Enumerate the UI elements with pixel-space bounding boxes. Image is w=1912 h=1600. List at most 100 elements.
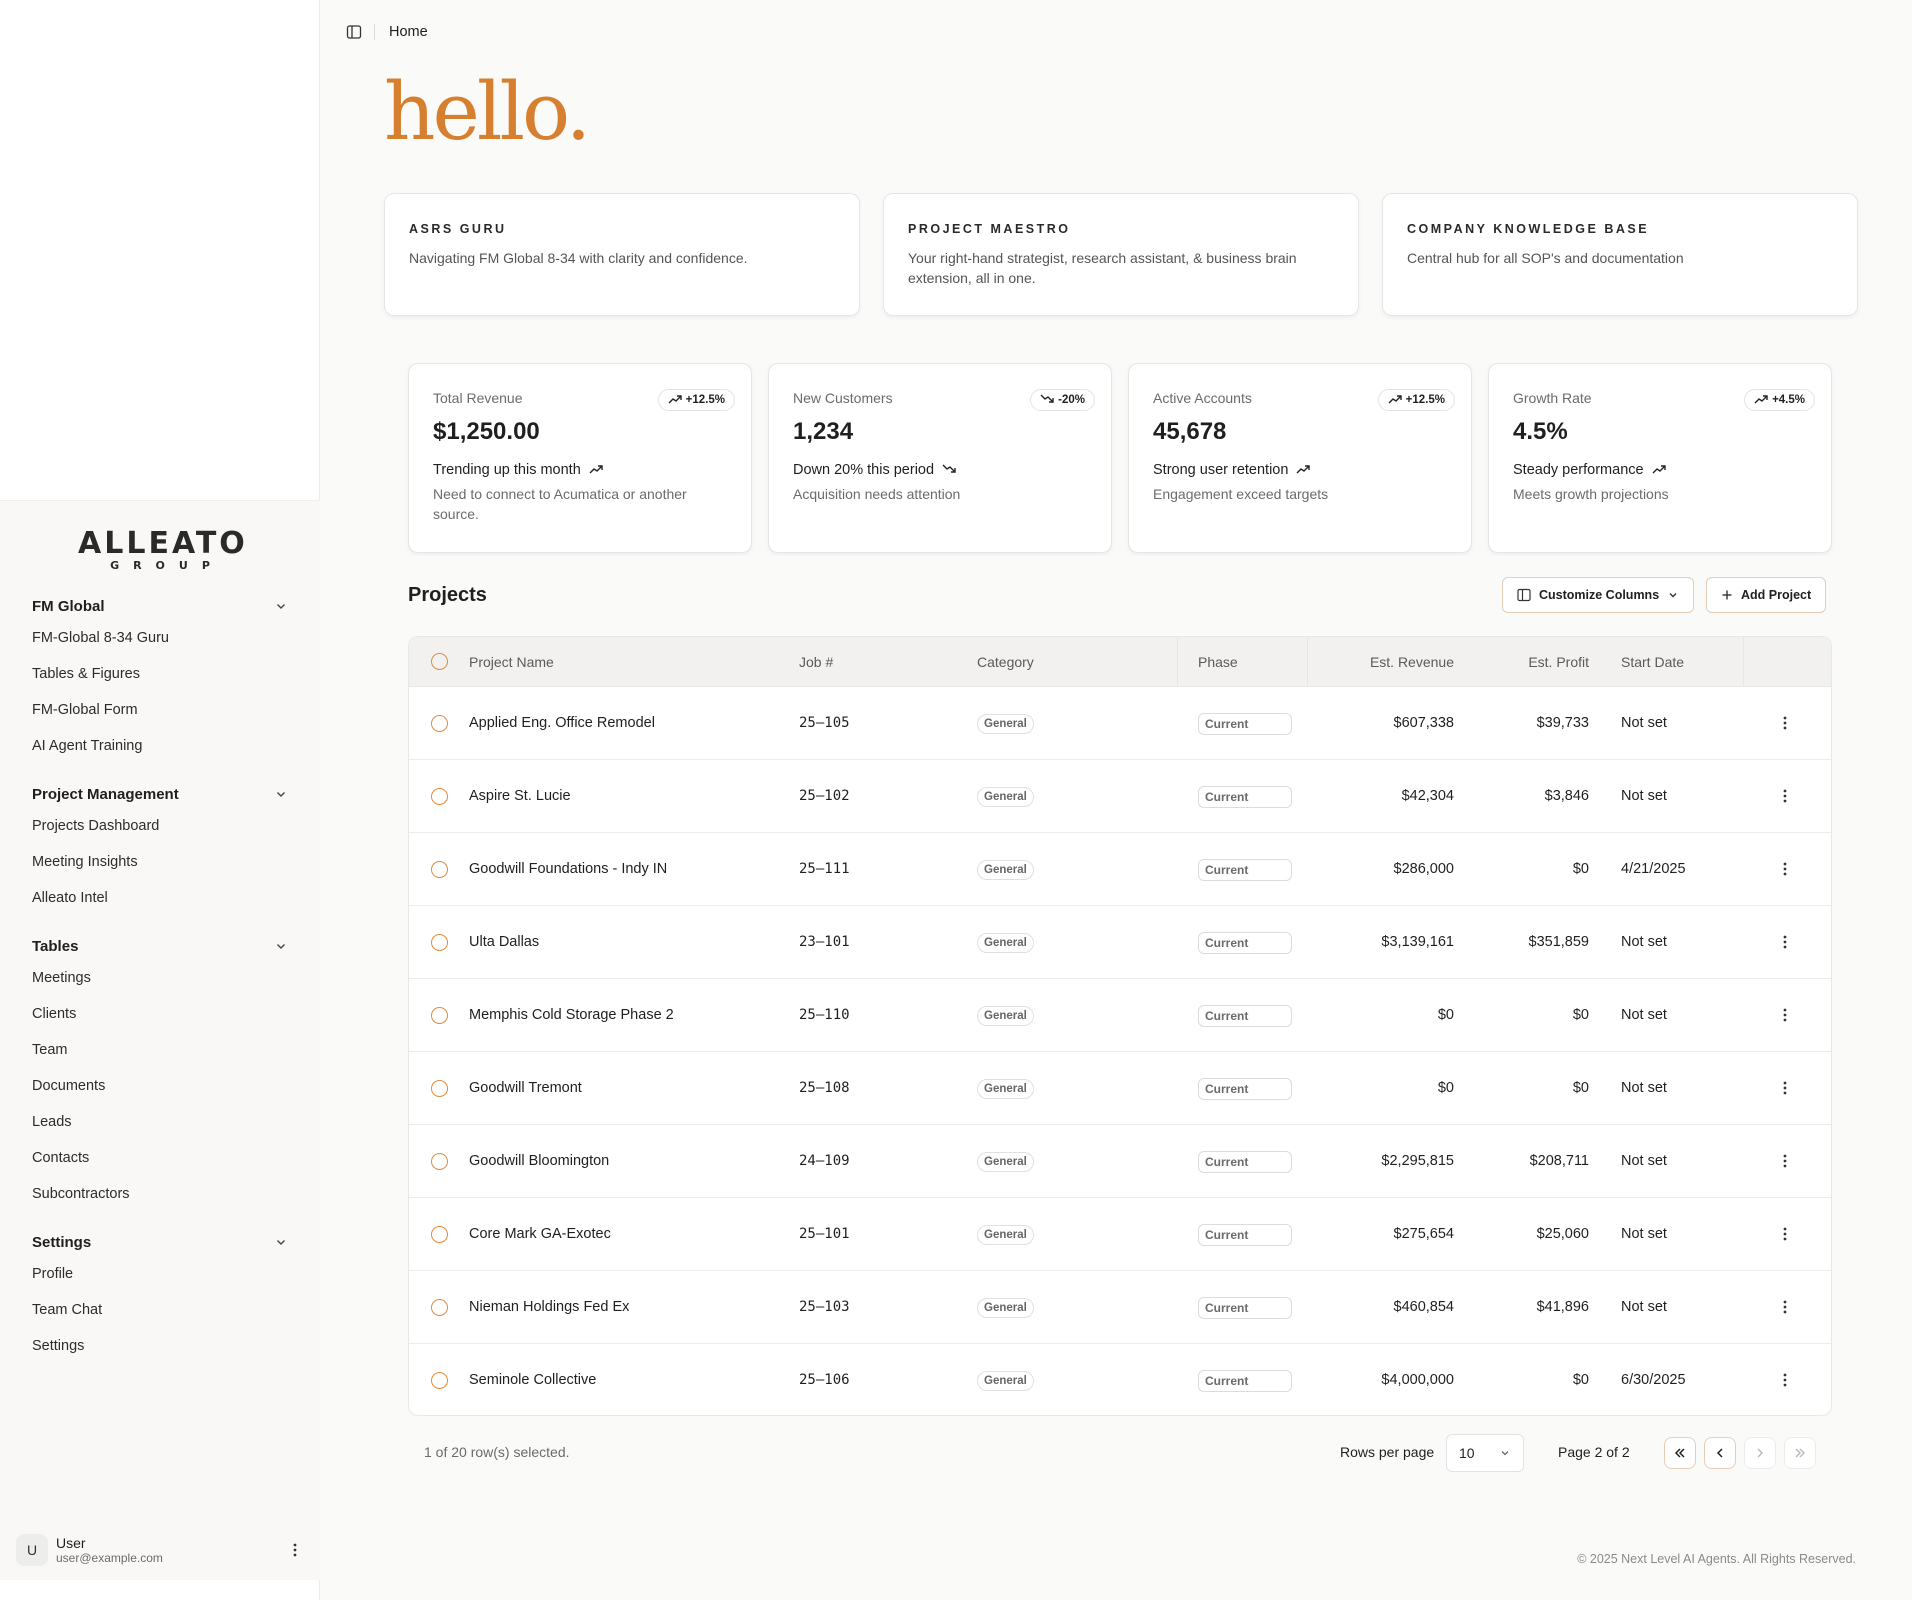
row-checkbox[interactable] (431, 934, 448, 951)
project-name[interactable]: Core Mark GA-Exotec (469, 1198, 611, 1271)
row-checkbox[interactable] (431, 1299, 448, 1316)
sidebar-item[interactable]: Clients (32, 996, 288, 1032)
sidebar-toggle-button[interactable] (338, 18, 370, 46)
agent-card[interactable]: COMPANY KNOWLEDGE BASE Central hub for al… (1382, 193, 1858, 316)
nav-group-header[interactable]: Tables (32, 934, 288, 958)
row-checkbox[interactable] (431, 1372, 448, 1389)
breadcrumb[interactable]: Home (389, 24, 428, 40)
table-row[interactable]: Aspire St. Lucie 25–102 General Current $42,… (409, 760, 1831, 833)
sidebar-item[interactable]: Meeting Insights (32, 844, 288, 880)
phase-select[interactable]: Current (1198, 1005, 1292, 1027)
more-vertical-icon[interactable] (1775, 932, 1795, 952)
sidebar-item[interactable]: Settings (32, 1328, 288, 1364)
chevron-down-icon[interactable] (274, 1235, 288, 1249)
next-page-button[interactable] (1744, 1437, 1776, 1469)
sidebar-item[interactable]: FM-Global Form (32, 692, 288, 728)
project-name[interactable]: Ulta Dallas (469, 906, 539, 979)
phase-select[interactable]: Current (1198, 1370, 1292, 1392)
rows-per-page-select[interactable]: 10 (1446, 1434, 1524, 1472)
sidebar-item[interactable]: FM-Global 8-34 Guru (32, 620, 288, 656)
project-name[interactable]: Applied Eng. Office Remodel (469, 687, 655, 760)
column-header[interactable]: Est. Profit (1528, 637, 1589, 687)
user-menu[interactable]: U User user@example.com (16, 1532, 304, 1568)
sidebar-item[interactable]: Projects Dashboard (32, 808, 288, 844)
phase-select[interactable]: Current (1198, 859, 1292, 881)
table-row[interactable]: Ulta Dallas 23–101 General Current $3,139,16… (409, 906, 1831, 979)
more-vertical-icon[interactable] (1775, 713, 1795, 733)
sidebar-item[interactable]: Meetings (32, 960, 288, 996)
phase-select[interactable]: Current (1198, 1297, 1292, 1319)
chevron-down-icon[interactable] (274, 939, 288, 953)
column-header[interactable]: Est. Revenue (1370, 637, 1454, 687)
phase-select[interactable]: Current (1198, 1224, 1292, 1246)
row-checkbox[interactable] (431, 1153, 448, 1170)
more-vertical-icon[interactable] (1775, 1370, 1795, 1390)
column-header[interactable]: Category (977, 637, 1034, 687)
row-checkbox[interactable] (431, 861, 448, 878)
row-checkbox[interactable] (431, 1080, 448, 1097)
agent-card[interactable]: PROJECT MAESTRO Your right-hand strategis… (883, 193, 1359, 316)
sidebar-item[interactable]: Documents (32, 1068, 288, 1104)
table-row[interactable]: Goodwill Tremont 25–108 General Current $0 $0… (409, 1052, 1831, 1125)
table-row[interactable]: Applied Eng. Office Remodel 25–105 General… (409, 687, 1831, 760)
project-name[interactable]: Goodwill Foundations - Indy IN (469, 833, 667, 906)
row-checkbox[interactable] (431, 1226, 448, 1243)
more-vertical-icon[interactable] (1775, 1224, 1795, 1244)
table-row[interactable]: Seminole Collective 25–106 General Current $… (409, 1344, 1831, 1415)
table-row[interactable]: Memphis Cold Storage Phase 2 25–110 Genera… (409, 979, 1831, 1052)
project-name[interactable]: Memphis Cold Storage Phase 2 (469, 979, 674, 1052)
last-page-button[interactable] (1784, 1437, 1816, 1469)
row-checkbox[interactable] (431, 1007, 448, 1024)
sidebar-item[interactable]: AI Agent Training (32, 728, 288, 764)
customize-columns-button[interactable]: Customize Columns (1502, 577, 1695, 613)
sidebar-item[interactable]: Tables & Figures (32, 656, 288, 692)
row-checkbox[interactable] (431, 788, 448, 805)
project-name[interactable]: Nieman Holdings Fed Ex (469, 1271, 629, 1344)
table-row[interactable]: Nieman Holdings Fed Ex 25–103 General Curre… (409, 1271, 1831, 1344)
more-vertical-icon[interactable] (1775, 1078, 1795, 1098)
project-name[interactable]: Goodwill Tremont (469, 1052, 582, 1125)
first-page-button[interactable] (1664, 1437, 1696, 1469)
phase-select[interactable]: Current (1198, 1078, 1292, 1100)
sidebar-item[interactable]: Team Chat (32, 1292, 288, 1328)
phase-select[interactable]: Current (1198, 1151, 1292, 1173)
phase-select[interactable]: Current (1198, 713, 1292, 735)
column-header[interactable]: Start Date (1621, 637, 1684, 687)
project-name[interactable]: Goodwill Bloomington (469, 1125, 609, 1198)
more-vertical-icon[interactable] (1775, 859, 1795, 879)
more-vertical-icon[interactable] (1775, 1151, 1795, 1171)
nav-group-header[interactable]: FM Global (32, 594, 288, 618)
select-all-checkbox[interactable] (431, 653, 448, 670)
nav-group: Project Management Projects Dashboard Meet… (32, 782, 288, 916)
sidebar-item[interactable]: Alleato Intel (32, 880, 288, 916)
project-name[interactable]: Seminole Collective (469, 1344, 596, 1415)
add-project-button[interactable]: Add Project (1706, 577, 1827, 613)
column-header[interactable]: Project Name (469, 637, 554, 687)
sidebar-item[interactable]: Subcontractors (32, 1176, 288, 1212)
more-vertical-icon[interactable] (286, 1541, 304, 1559)
sidebar-item[interactable]: Team (32, 1032, 288, 1068)
column-header[interactable]: Job # (799, 637, 833, 687)
project-name[interactable]: Aspire St. Lucie (469, 760, 571, 833)
phase-select[interactable]: Current (1198, 786, 1292, 808)
sidebar-item[interactable]: Profile (32, 1256, 288, 1292)
nav-group-header[interactable]: Settings (32, 1230, 288, 1254)
column-header[interactable]: Phase (1198, 637, 1238, 687)
more-vertical-icon[interactable] (1775, 786, 1795, 806)
sidebar-item[interactable]: Contacts (32, 1140, 288, 1176)
agent-card[interactable]: ASRS GURU Navigating FM Global 8-34 with … (384, 193, 860, 316)
brand-logo[interactable]: ALLEATO GROUP (78, 529, 245, 572)
chevron-down-icon[interactable] (274, 787, 288, 801)
chevron-down-icon[interactable] (274, 599, 288, 613)
sidebar-item[interactable]: Leads (32, 1104, 288, 1140)
row-checkbox[interactable] (431, 715, 448, 732)
table-row[interactable]: Core Mark GA-Exotec 25–101 General Current $… (409, 1198, 1831, 1271)
more-vertical-icon[interactable] (1775, 1297, 1795, 1317)
table-row[interactable]: Goodwill Bloomington 24–109 General Current… (409, 1125, 1831, 1198)
previous-page-button[interactable] (1704, 1437, 1736, 1469)
category-badge: General (977, 1006, 1034, 1026)
nav-group-header[interactable]: Project Management (32, 782, 288, 806)
phase-select[interactable]: Current (1198, 932, 1292, 954)
table-row[interactable]: Goodwill Foundations - Indy IN 25–111 Gene… (409, 833, 1831, 906)
more-vertical-icon[interactable] (1775, 1005, 1795, 1025)
